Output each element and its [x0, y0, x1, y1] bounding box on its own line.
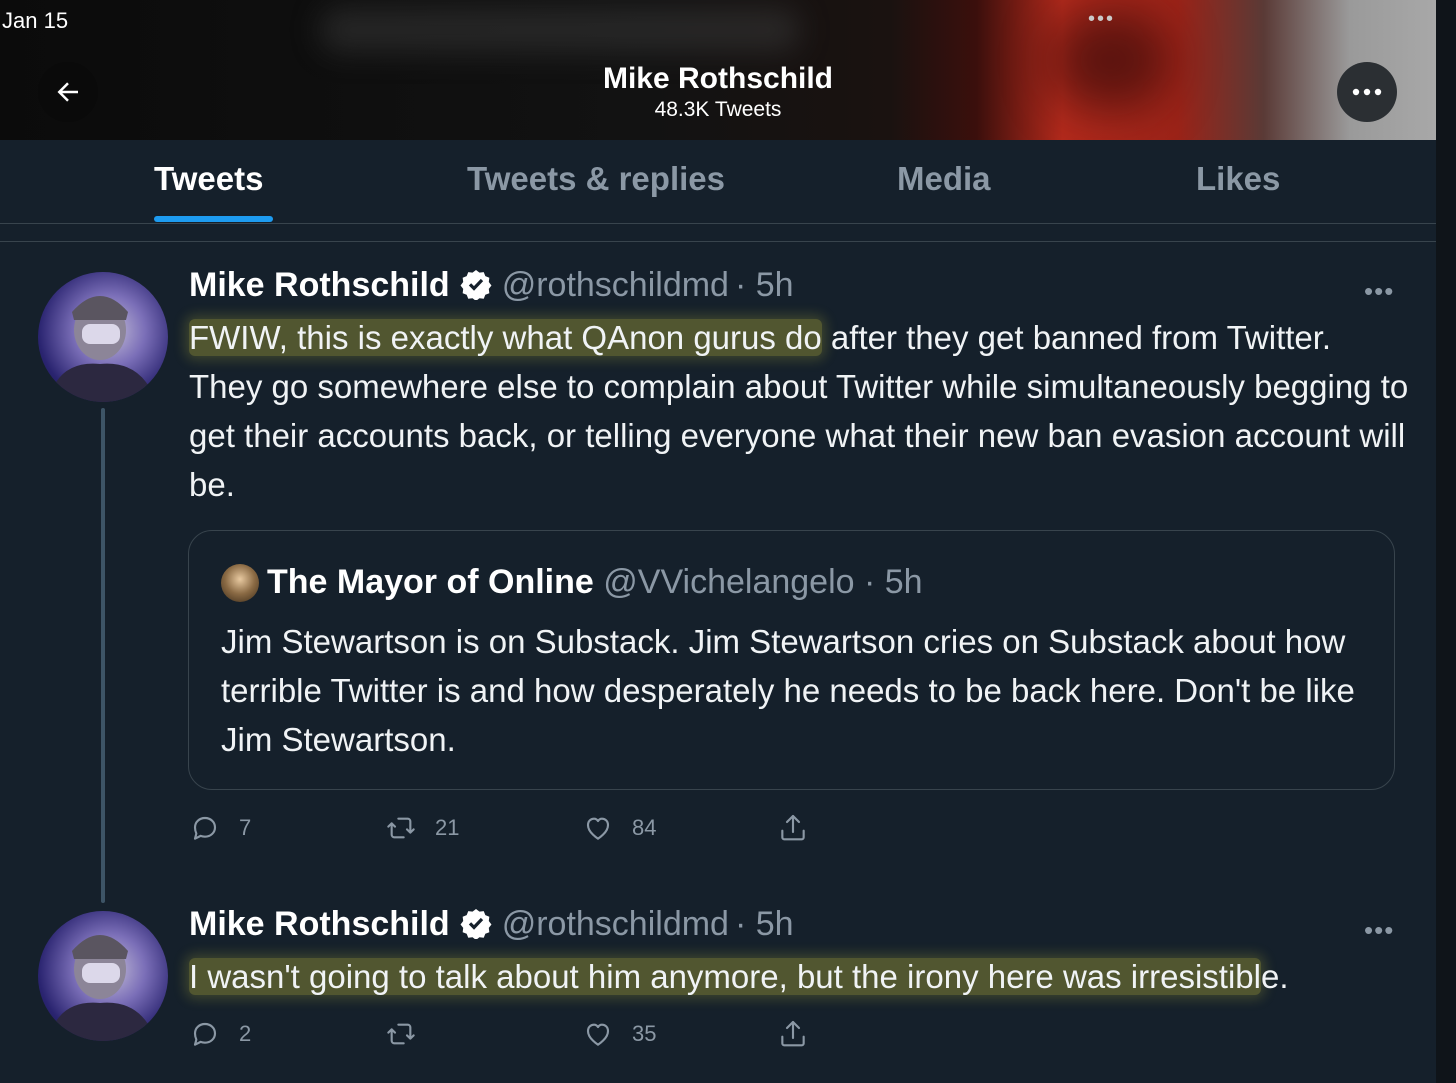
avatar-photo	[48, 296, 156, 402]
quoted-avatar[interactable]	[221, 564, 259, 602]
tweet-text: FWIW, this is exactly what QAnon gurus d…	[189, 313, 1409, 509]
reply-icon	[193, 816, 217, 840]
reply-count: 2	[239, 1021, 252, 1046]
reply-button[interactable]: 2	[189, 1018, 251, 1050]
quoted-author-handle: @VVichelangelo	[603, 563, 855, 601]
tweet-more-icon[interactable]: •••	[1364, 915, 1394, 946]
verified-badge-icon	[460, 909, 492, 939]
like-button[interactable]: 35	[582, 1018, 656, 1050]
reply-icon	[193, 1022, 217, 1046]
tweet-header: Mike Rothschild @rothschildmd · 5h	[189, 905, 794, 944]
author-name[interactable]: Mike Rothschild	[189, 266, 450, 304]
heart-icon	[586, 1023, 610, 1046]
retweet-icon	[387, 817, 415, 839]
verified-badge-icon	[460, 270, 492, 300]
tweet-header: Mike Rothschild @rothschildmd · 5h	[189, 266, 794, 305]
tab-tweets-replies[interactable]: Tweets & replies	[467, 160, 725, 198]
heart-icon	[586, 817, 610, 840]
retweet-button[interactable]	[385, 1018, 435, 1050]
tweet-text: I wasn't going to talk about him anymore…	[189, 952, 1429, 1001]
reply-button[interactable]: 7	[189, 812, 251, 844]
tweet-time[interactable]: · 5h	[735, 266, 794, 304]
more-dots-icon	[1352, 88, 1382, 96]
highlighted-text: FWIW, this is exactly what QAnon gurus d…	[189, 319, 822, 356]
reply-count: 7	[239, 815, 252, 840]
quoted-author-name: The Mayor of Online	[267, 563, 594, 601]
like-count: 84	[632, 815, 657, 840]
quoted-tweet[interactable]: The Mayor of Online @VVichelangelo · 5h …	[188, 530, 1395, 790]
multitask-dots-icon[interactable]: •••	[1088, 8, 1115, 31]
author-handle[interactable]: @rothschildmd	[502, 266, 729, 304]
banner-blur	[320, 8, 800, 52]
like-count: 35	[632, 1021, 657, 1046]
share-icon	[781, 814, 805, 841]
active-tab-indicator	[154, 216, 273, 222]
tab-likes[interactable]: Likes	[1196, 160, 1280, 198]
thread-line	[101, 408, 105, 903]
highlighted-text: I wasn't going to talk about him anymore…	[189, 958, 1261, 995]
author-handle[interactable]: @rothschildmd	[502, 905, 729, 943]
like-button[interactable]: 84	[582, 812, 656, 844]
avatar-photo	[48, 935, 156, 1041]
quoted-time: · 5h	[864, 563, 923, 601]
share-icon	[781, 1020, 805, 1047]
divider	[0, 241, 1436, 242]
retweet-count: 21	[435, 815, 460, 840]
tab-media[interactable]: Media	[897, 160, 991, 198]
quoted-text: Jim Stewartson is on Substack. Jim Stewa…	[221, 623, 1355, 758]
profile-name: Mike Rothschild	[602, 62, 834, 95]
profile-tabs: Tweets Tweets & replies Media Likes	[0, 140, 1436, 224]
screen-edge	[1436, 0, 1456, 1083]
tweet-time[interactable]: · 5h	[735, 905, 794, 943]
retweet-icon	[387, 1023, 415, 1045]
tweet-text-rest: e.	[1260, 958, 1289, 995]
tweet-more-icon[interactable]: •••	[1364, 276, 1394, 307]
avatar[interactable]	[38, 272, 168, 402]
status-date: Jan 15	[2, 8, 69, 33]
author-name[interactable]: Mike Rothschild	[189, 905, 450, 943]
retweet-button[interactable]: 21	[385, 812, 459, 844]
share-button[interactable]	[777, 1018, 809, 1050]
quoted-header: The Mayor of Online @VVichelangelo · 5h	[267, 563, 923, 602]
tab-tweets[interactable]: Tweets	[154, 160, 263, 198]
share-button[interactable]	[777, 812, 809, 844]
profile-more-button[interactable]	[1337, 62, 1397, 122]
avatar[interactable]	[38, 911, 168, 1041]
tweet-count: 48.3K Tweets	[654, 98, 782, 121]
